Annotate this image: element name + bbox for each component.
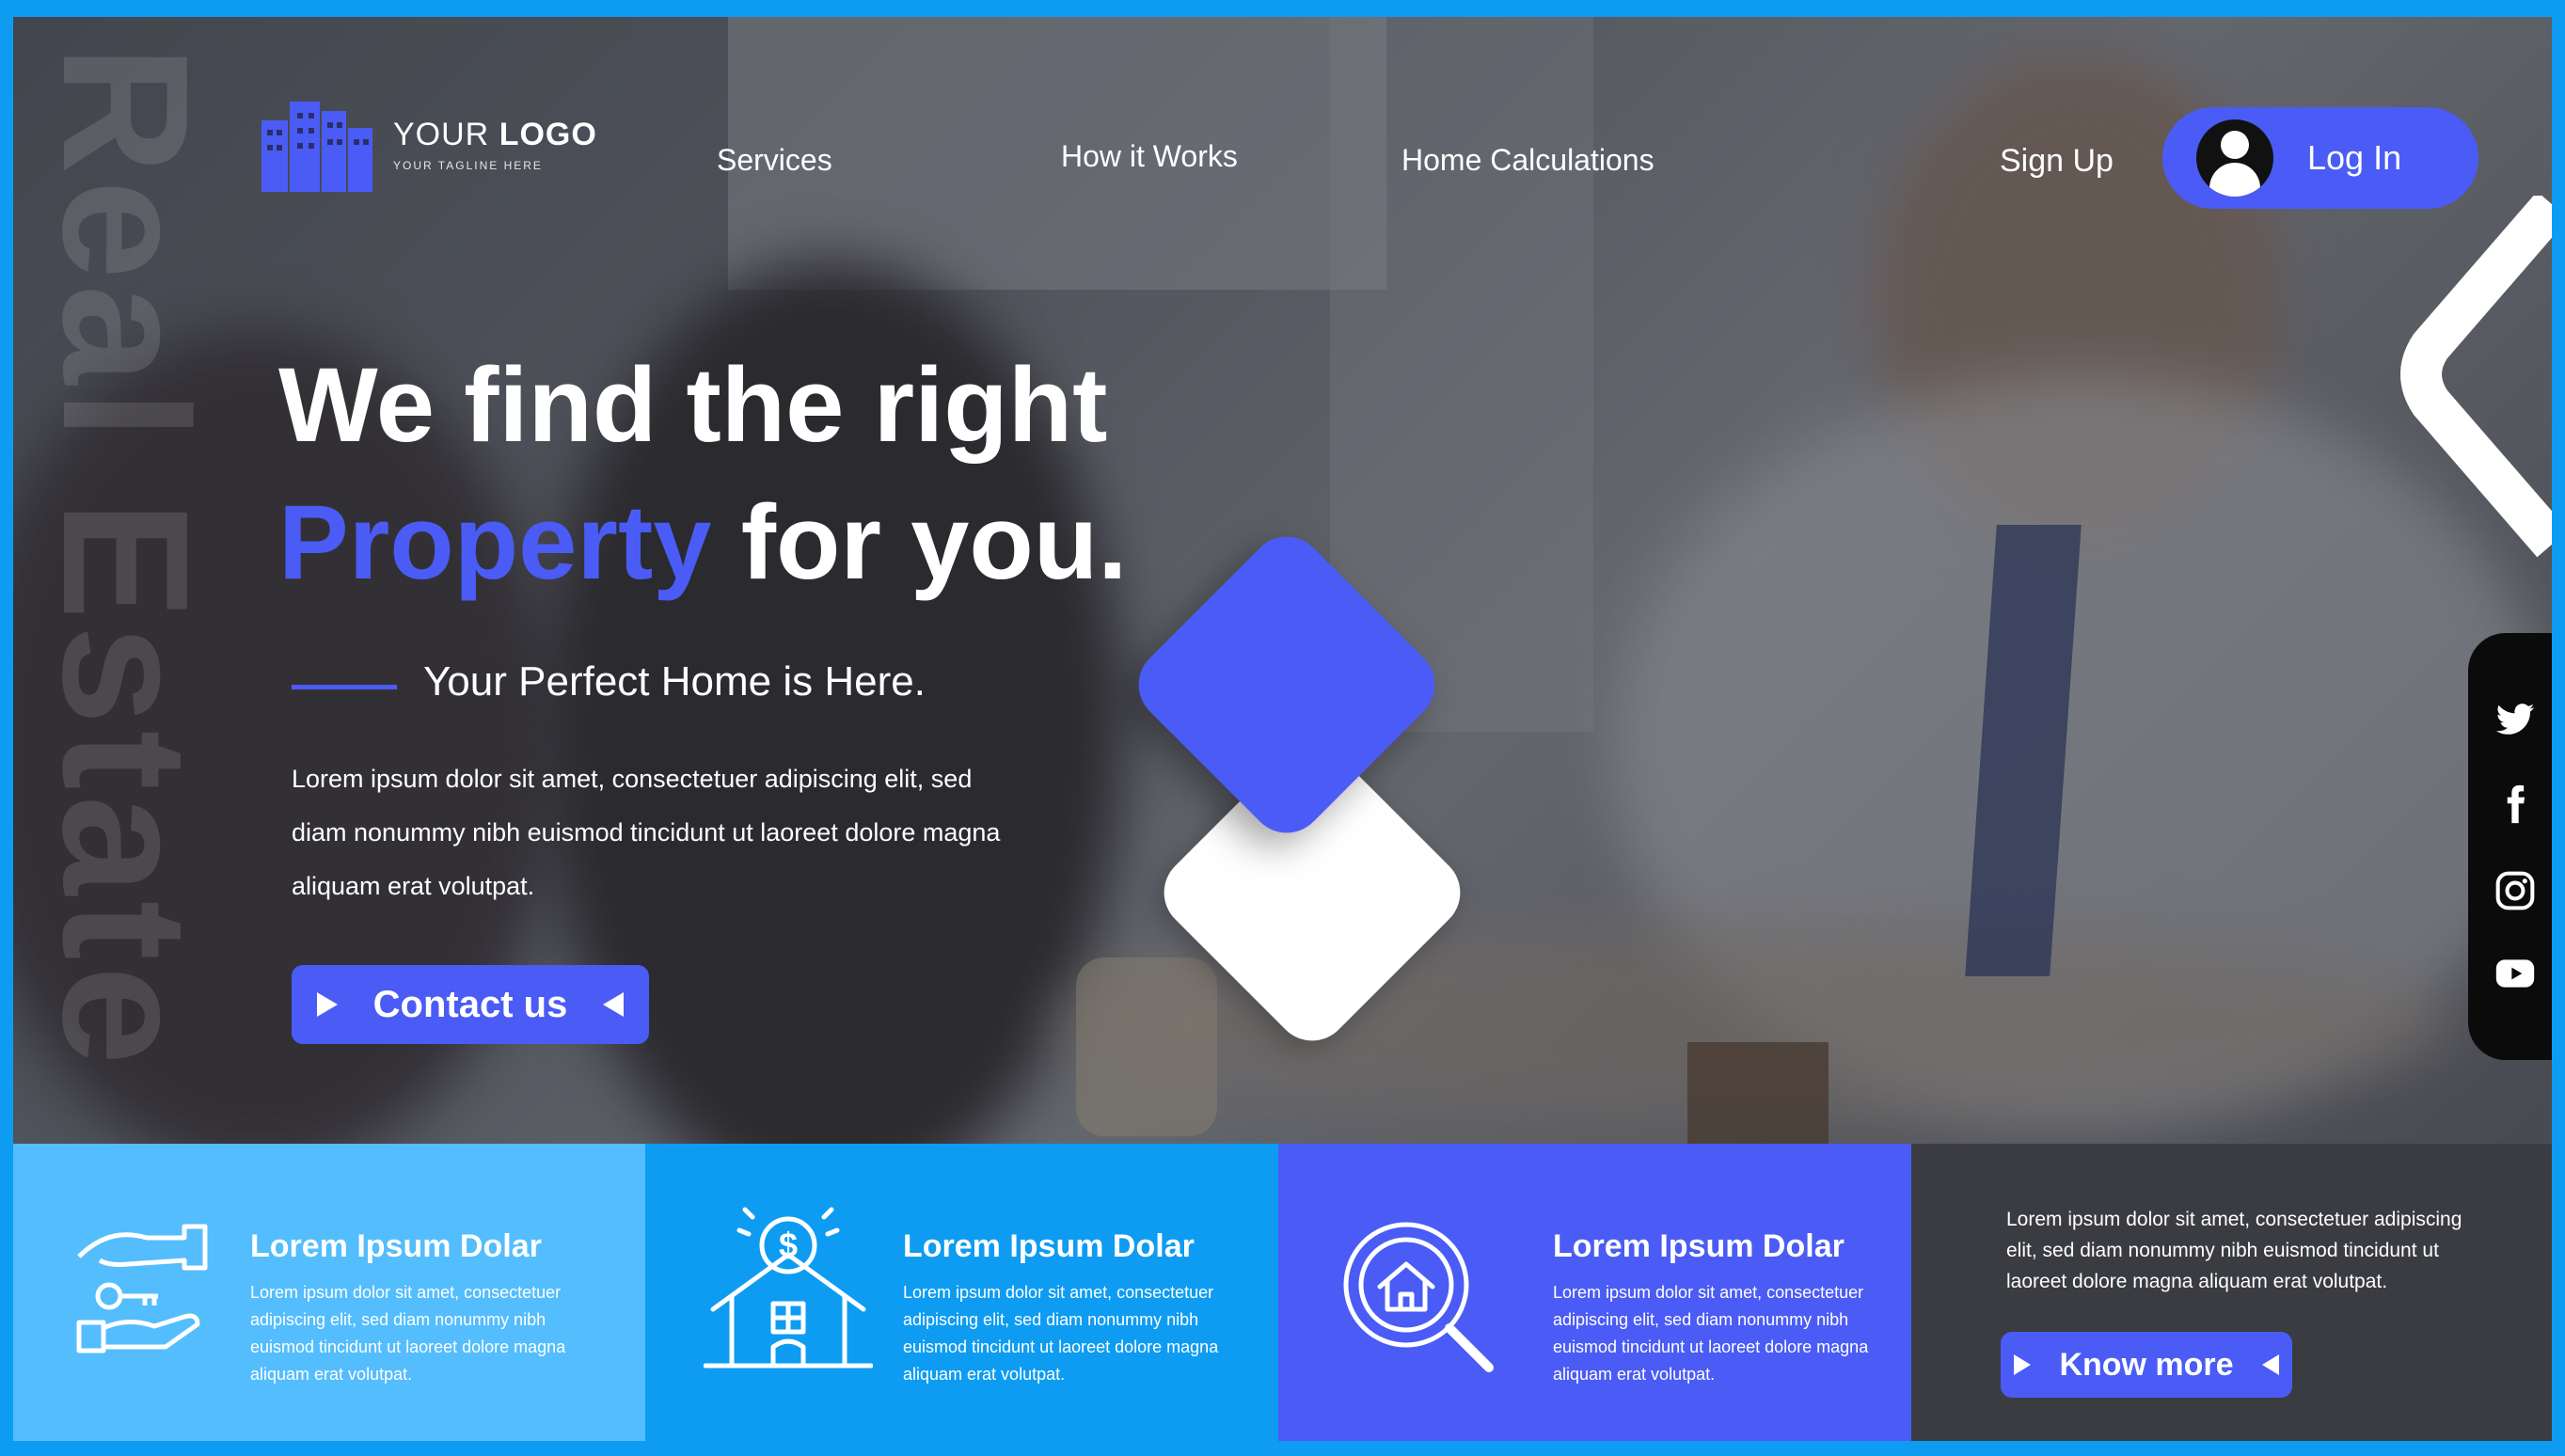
log-in-button[interactable]: Log In	[2162, 107, 2478, 209]
feature-card-2: $ Lorem Ipsum Dolar Lorem ipsum dolor si…	[645, 1144, 1278, 1441]
hero-accent-word: Property	[278, 483, 712, 601]
search-house-icon	[1343, 1222, 1494, 1372]
play-right-icon	[2014, 1354, 2032, 1375]
real-estate-watermark: Real Estate	[25, 45, 225, 1071]
user-avatar-icon	[2196, 119, 2273, 197]
feature-2-title: Lorem Ipsum Dolar	[903, 1228, 1195, 1264]
promo-text: Lorem ipsum dolor sit amet, consectetuer…	[2006, 1209, 2462, 1292]
contact-us-button[interactable]: Contact us	[292, 965, 649, 1044]
feature-card-1: Lorem Ipsum Dolar Lorem ipsum dolor sit …	[13, 1144, 645, 1441]
play-left-icon	[2261, 1354, 2279, 1375]
feature-1-title: Lorem Ipsum Dolar	[250, 1228, 542, 1264]
social-bar	[2468, 633, 2552, 1060]
know-more-button[interactable]: Know more	[2001, 1332, 2292, 1398]
buildings-logo-icon	[261, 102, 372, 192]
hero-heading-rest: for you.	[711, 483, 1128, 601]
hero-paragraph: Lorem ipsum dolor sit amet, consectetuer…	[292, 765, 1001, 900]
facebook-icon[interactable]	[2494, 783, 2536, 825]
know-more-label: Know more	[2059, 1346, 2234, 1383]
nav-services[interactable]: Services	[717, 143, 832, 178]
play-right-icon	[316, 992, 338, 1017]
instagram-icon[interactable]	[2494, 870, 2536, 911]
contact-us-label: Contact us	[372, 983, 568, 1025]
feature-1-text: Lorem ipsum dolor sit amet, consectetuer…	[250, 1283, 566, 1384]
feature-2-text: Lorem ipsum dolor sit amet, consectetuer…	[903, 1283, 1219, 1384]
log-in-label: Log In	[2307, 138, 2402, 177]
logo[interactable]: YOUR LOGO YOUR TAGLINE HERE	[261, 96, 597, 192]
nav-how-it-works[interactable]: How it Works	[1061, 139, 1238, 174]
logo-wordmark: YOUR LOGO	[393, 116, 597, 152]
landing-page: Real Estate YOUR LOGO YOUR TAGLINE HERE …	[13, 17, 2552, 1441]
twitter-icon[interactable]	[2494, 699, 2536, 740]
logo-tagline: YOUR TAGLINE HERE	[393, 158, 543, 172]
sign-up-link[interactable]: Sign Up	[2000, 143, 2114, 180]
hero-heading-line2: Property for you.	[278, 482, 1127, 603]
subtitle-rule	[292, 685, 397, 689]
feature-3-title: Lorem Ipsum Dolar	[1553, 1228, 1845, 1264]
house-dollar-icon: $	[704, 1207, 873, 1369]
feature-card-3: Lorem Ipsum Dolar Lorem ipsum dolor sit …	[1278, 1144, 1911, 1441]
play-left-icon	[603, 992, 625, 1017]
nav-home-calculations[interactable]: Home Calculations	[1401, 143, 1655, 178]
chevron-left-decoration	[2400, 196, 2552, 558]
youtube-icon[interactable]	[2494, 953, 2536, 994]
hero-heading-line1: We find the right	[278, 346, 1108, 464]
hand-key-icon	[76, 1224, 208, 1353]
hero-subtitle: Your Perfect Home is Here.	[423, 658, 926, 704]
feature-3-text: Lorem ipsum dolor sit amet, consectetuer…	[1553, 1283, 1869, 1384]
